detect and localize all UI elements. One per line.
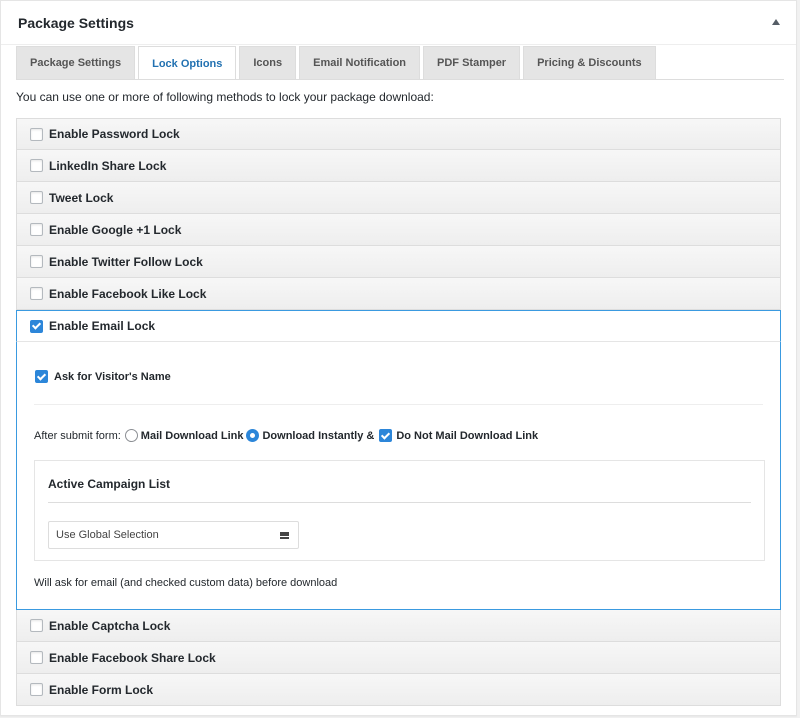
- mail-download-link-radio[interactable]: [124, 429, 138, 442]
- lock-label: Enable Password Lock: [49, 127, 180, 141]
- lock-label: Enable Facebook Share Lock: [49, 650, 216, 665]
- lock-label: Enable Facebook Like Lock: [49, 286, 207, 301]
- settings-tabs: Package Settings Lock Options Icons Emai…: [16, 46, 656, 80]
- lock-label: Enable Captcha Lock: [49, 618, 171, 633]
- lock-row-facebook-like[interactable]: Enable Facebook Like Lock: [16, 278, 781, 310]
- lock-row-linkedin[interactable]: LinkedIn Share Lock: [16, 150, 781, 182]
- ask-visitor-name[interactable]: Ask for Visitor's Name: [35, 370, 171, 383]
- tabs-divider: [16, 79, 784, 80]
- email-lock-panel: Ask for Visitor's Name After submit form…: [16, 342, 781, 610]
- active-campaign-box: Active Campaign List Use Global Selectio…: [34, 460, 765, 561]
- tab-lock-options[interactable]: Lock Options: [138, 46, 237, 80]
- lock-row-facebook-share[interactable]: Enable Facebook Share Lock: [16, 642, 781, 674]
- captcha-lock-checkbox[interactable]: [30, 619, 43, 632]
- form-lock-checkbox[interactable]: [30, 683, 43, 696]
- lock-label: Tweet Lock: [49, 190, 114, 205]
- ask-visitor-name-label: Ask for Visitor's Name: [54, 370, 171, 383]
- download-instantly-radio[interactable]: [246, 429, 260, 442]
- campaign-divider: [48, 502, 751, 503]
- lock-label: Enable Email Lock: [49, 319, 156, 333]
- lock-row-form[interactable]: Enable Form Lock: [16, 674, 781, 706]
- tweet-lock-checkbox[interactable]: [30, 191, 43, 204]
- email-lock-checkbox[interactable]: [30, 319, 43, 333]
- campaign-title: Active Campaign List: [48, 477, 171, 491]
- lock-row-google-plus[interactable]: Enable Google +1 Lock: [16, 214, 781, 246]
- tab-icons[interactable]: Icons: [239, 46, 297, 79]
- postbox-title: Package Settings: [18, 14, 134, 31]
- campaign-selected-value: Use Global Selection: [56, 529, 159, 541]
- twitter-follow-lock-checkbox[interactable]: [30, 255, 43, 268]
- lock-label: Enable Google +1 Lock: [49, 222, 182, 237]
- lock-row-password[interactable]: Enable Password Lock: [16, 118, 781, 150]
- lock-label: LinkedIn Share Lock: [49, 158, 167, 173]
- tab-email-notification[interactable]: Email Notification: [299, 46, 421, 79]
- tab-pricing-discounts[interactable]: Pricing & Discounts: [523, 46, 656, 79]
- facebook-share-lock-checkbox[interactable]: [30, 651, 43, 664]
- google-plus-lock-checkbox[interactable]: [30, 223, 43, 236]
- intro-text: You can use one or more of following met…: [16, 90, 434, 104]
- lock-row-twitter-follow[interactable]: Enable Twitter Follow Lock: [16, 246, 781, 278]
- download-instantly-label: Download Instantly &: [262, 429, 375, 442]
- mail-download-link-label: Mail Download Link: [140, 429, 244, 442]
- tab-pdf-stamper[interactable]: PDF Stamper: [423, 46, 521, 79]
- caret-up-icon[interactable]: [772, 18, 780, 25]
- password-lock-checkbox[interactable]: [30, 127, 43, 141]
- panel-divider: [34, 404, 763, 405]
- campaign-list-select[interactable]: Use Global Selection: [48, 521, 299, 549]
- ask-visitor-name-checkbox[interactable]: [35, 370, 48, 383]
- linkedin-lock-checkbox[interactable]: [30, 159, 43, 172]
- email-lock-footnote: Will ask for email (and checked custom d…: [34, 577, 338, 589]
- lock-label: Enable Form Lock: [49, 682, 154, 697]
- lock-row-email[interactable]: Enable Email Lock: [16, 310, 781, 342]
- postbox-header[interactable]: Package Settings: [1, 1, 796, 45]
- do-not-mail-label: Do Not Mail Download Link: [396, 429, 539, 442]
- after-submit-options: After submit form: Mail Download Link Do…: [34, 429, 541, 442]
- do-not-mail-checkbox[interactable]: [379, 429, 393, 442]
- lock-options-list: Enable Password Lock LinkedIn Share Lock…: [16, 118, 781, 706]
- lock-row-captcha[interactable]: Enable Captcha Lock: [16, 610, 781, 642]
- lock-row-tweet[interactable]: Tweet Lock: [16, 182, 781, 214]
- facebook-like-lock-checkbox[interactable]: [30, 287, 43, 300]
- after-submit-label: After submit form:: [34, 429, 121, 442]
- lock-label: Enable Twitter Follow Lock: [49, 254, 203, 269]
- tab-package-settings[interactable]: Package Settings: [16, 46, 136, 79]
- menu-icon: [280, 531, 289, 539]
